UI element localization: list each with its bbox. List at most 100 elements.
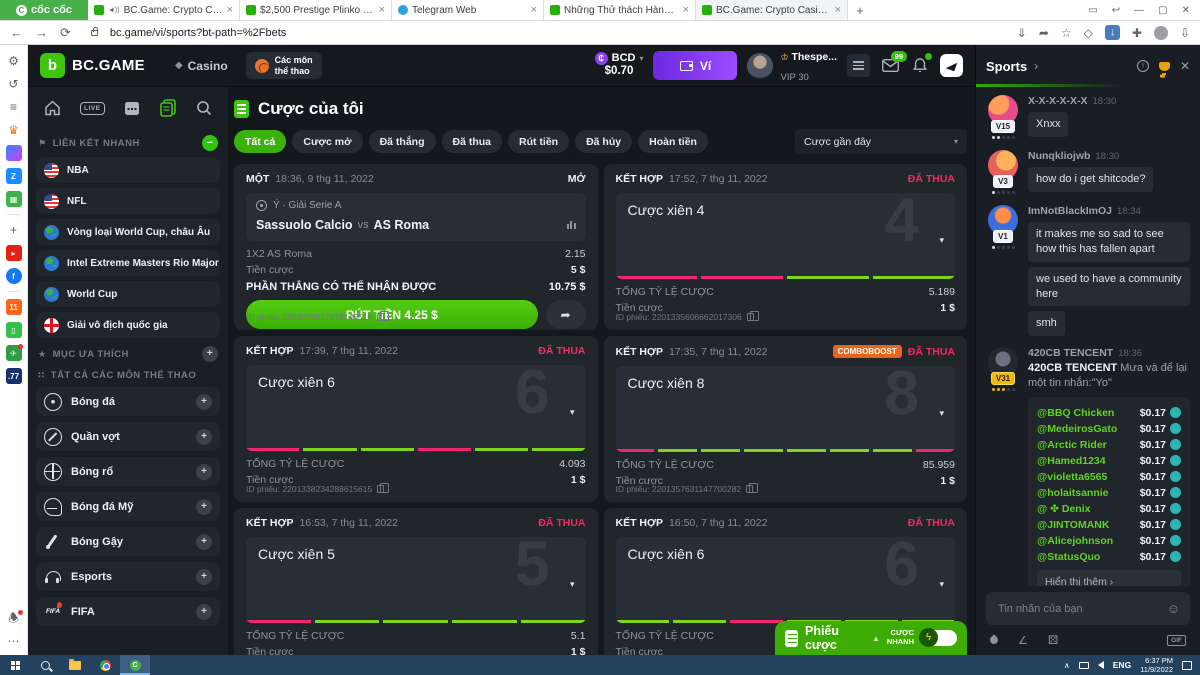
downloader-icon[interactable]: ↓ (1105, 25, 1120, 40)
combo-panel[interactable]: Cược xiên 88▾ (616, 366, 956, 452)
share-bet-button[interactable]: ➦ (546, 300, 586, 329)
tab-close-icon[interactable]: × (379, 4, 385, 16)
coccoc-taskbar-icon[interactable]: C (120, 655, 150, 675)
match-panel[interactable]: Ý · Giải Serie ASassuolo CalciovsAS Roma (246, 193, 586, 241)
expand-sport-button[interactable]: + (196, 394, 212, 410)
hot-crown-icon[interactable]: ♛ (6, 122, 22, 138)
add-shortcut-icon[interactable]: + (6, 222, 22, 238)
rain-icon[interactable] (988, 634, 999, 645)
quick-bet-toggle[interactable] (921, 630, 957, 646)
chevron-right-icon[interactable]: › (1034, 59, 1038, 73)
chat-username[interactable]: Nunqkliojwb18:30 (1028, 150, 1190, 162)
history-icon[interactable]: ↺ (6, 76, 22, 92)
newsfeed-icon[interactable]: ≡ (6, 99, 22, 115)
nav-casino[interactable]: ◆ Casino (175, 59, 228, 73)
reload-button[interactable]: ⟳ (60, 25, 71, 41)
sidebar-quick-link[interactable]: Intel Extreme Masters Rio Major 2022 (36, 250, 220, 276)
sidebar-quick-link[interactable]: World Cup (36, 281, 220, 307)
language-indicator[interactable]: ENG (1113, 660, 1131, 670)
profile-avatar-icon[interactable] (1154, 26, 1168, 40)
back-session-icon[interactable]: ↩ (1112, 5, 1120, 16)
chevron-down-icon[interactable]: ▾ (939, 235, 944, 246)
browser-tab[interactable]: Những Thử thách Hàng ngà× (544, 0, 696, 20)
tab-close-icon[interactable]: × (531, 4, 537, 16)
bookmark-star-icon[interactable]: ☆ (1061, 26, 1072, 40)
user-block[interactable]: ♔ Thespe... VIP 30 (747, 46, 837, 86)
messenger-icon[interactable] (6, 145, 22, 161)
menu-button[interactable] (847, 54, 870, 77)
taskbar-search-icon[interactable] (30, 655, 60, 675)
copy-icon[interactable] (746, 485, 753, 493)
youtube-icon[interactable]: ▸ (6, 245, 22, 261)
chat-room-title[interactable]: Sports (986, 59, 1027, 74)
mail-button[interactable]: 99 (880, 56, 900, 76)
expand-sport-button[interactable]: + (196, 499, 212, 515)
combo-panel[interactable]: Cược xiên 66▾ (616, 537, 956, 623)
education-app-icon[interactable]: ✈ (6, 345, 22, 361)
sidebar-sport-item[interactable]: Bóng đá Mỹ+ (36, 492, 220, 521)
chat-username[interactable]: 420CB TENCENT18:36 (1028, 347, 1190, 359)
chat-username[interactable]: ImNotBlackImOJ18:34 (1028, 205, 1190, 217)
sidebar-sport-item[interactable]: Esports+ (36, 562, 220, 591)
network-icon[interactable] (1079, 662, 1089, 669)
browser-tab[interactable]: ◄))BC.Game: Crypto Casino× (88, 0, 240, 20)
notifications-bell-icon[interactable]: 🕭 (6, 611, 22, 627)
reader-icon[interactable]: ▭ (1088, 5, 1097, 16)
expand-sport-button[interactable]: + (196, 464, 212, 480)
tip-recipient[interactable]: @holaitsannie (1037, 487, 1109, 499)
sidebar-sport-item[interactable]: Bóng rổ+ (36, 457, 220, 486)
chat-input-box[interactable]: ☺ (986, 592, 1190, 625)
tip-recipient[interactable]: @JINTOMANK (1037, 519, 1109, 531)
address-bar[interactable]: bc.game/vi/sports?bt-path=%2Fbets (110, 27, 286, 39)
sidebar-sport-item[interactable]: Bóng đá+ (36, 387, 220, 416)
filter-pill[interactable]: Đã thua (442, 130, 503, 153)
tip-recipient[interactable]: @Alicejohnson (1037, 535, 1113, 547)
browser-tab[interactable]: Telegram Web× (392, 0, 544, 20)
trophy-icon[interactable] (1159, 62, 1170, 71)
back-button[interactable]: ← (10, 25, 23, 40)
tab-audio-icon[interactable]: ◄)) (108, 7, 120, 14)
sidebar-sport-item[interactable]: Quần vợt+ (36, 422, 220, 451)
tip-recipient[interactable]: @Arctic Rider (1037, 439, 1107, 451)
browser-tab[interactable]: $2,500 Prestige Plinko Challe× (240, 0, 392, 20)
chrome-icon[interactable] (90, 655, 120, 675)
file-explorer-icon[interactable] (60, 655, 90, 675)
games-icon[interactable]: ▦ (6, 191, 22, 207)
download-page-icon[interactable]: ⇓ (1017, 26, 1027, 40)
copy-icon[interactable] (377, 485, 384, 493)
tip-recipient[interactable]: @violetta6565 (1037, 471, 1107, 483)
minimize-button[interactable]: — (1134, 5, 1144, 16)
nav-sports[interactable]: Các môn thể thao (246, 52, 322, 79)
notifications-button[interactable] (910, 56, 930, 76)
tip-recipient[interactable]: @ ✤ Denix (1037, 503, 1090, 515)
home-icon[interactable] (44, 100, 61, 116)
tray-expand-icon[interactable]: ∧ (1064, 661, 1070, 670)
combo-panel[interactable]: Cược xiên 66▾ (246, 365, 586, 451)
tab-close-icon[interactable]: × (683, 4, 689, 16)
tip-recipient[interactable]: @StatusQuo (1037, 551, 1100, 563)
live-icon[interactable]: LIVE (80, 102, 104, 115)
share-icon[interactable]: ➦ (1039, 26, 1049, 40)
rules-icon[interactable]: ∠ (1018, 634, 1028, 647)
emoji-icon[interactable]: ☺ (1167, 601, 1180, 616)
chevron-down-icon[interactable]: ▾ (939, 579, 944, 590)
gif-icon[interactable]: GIF (1167, 635, 1186, 646)
wallet-button[interactable]: Ví (653, 51, 737, 80)
dice-icon[interactable]: ⚄ (1048, 633, 1058, 647)
calendar-icon[interactable] (124, 100, 140, 116)
tab-close-icon[interactable]: × (835, 4, 841, 16)
filter-pill[interactable]: Cược mở (292, 130, 362, 153)
tip-recipient[interactable]: @Hamed1234 (1037, 455, 1106, 467)
sidebar-quick-link[interactable]: Vòng loại World Cup, châu Âu (36, 219, 220, 245)
ssl-lock-icon[interactable] (91, 30, 98, 36)
filter-pill[interactable]: Hoàn tiền (638, 130, 708, 153)
expand-sport-button[interactable]: + (196, 569, 212, 585)
browser-tab[interactable]: BC.Game: Crypto Casino Gam× (696, 0, 848, 20)
copy-icon[interactable] (377, 313, 384, 321)
downloads-tray-icon[interactable]: ⇩ (1180, 26, 1190, 40)
tip-recipient[interactable]: @MedeirosGato (1037, 423, 1117, 435)
sidebar-quick-link[interactable]: NBA (36, 157, 220, 183)
show-more-button[interactable]: Hiển thị thêm › (1037, 570, 1181, 586)
action-center-icon[interactable] (1182, 661, 1192, 670)
close-chat-icon[interactable]: ✕ (1180, 59, 1190, 73)
